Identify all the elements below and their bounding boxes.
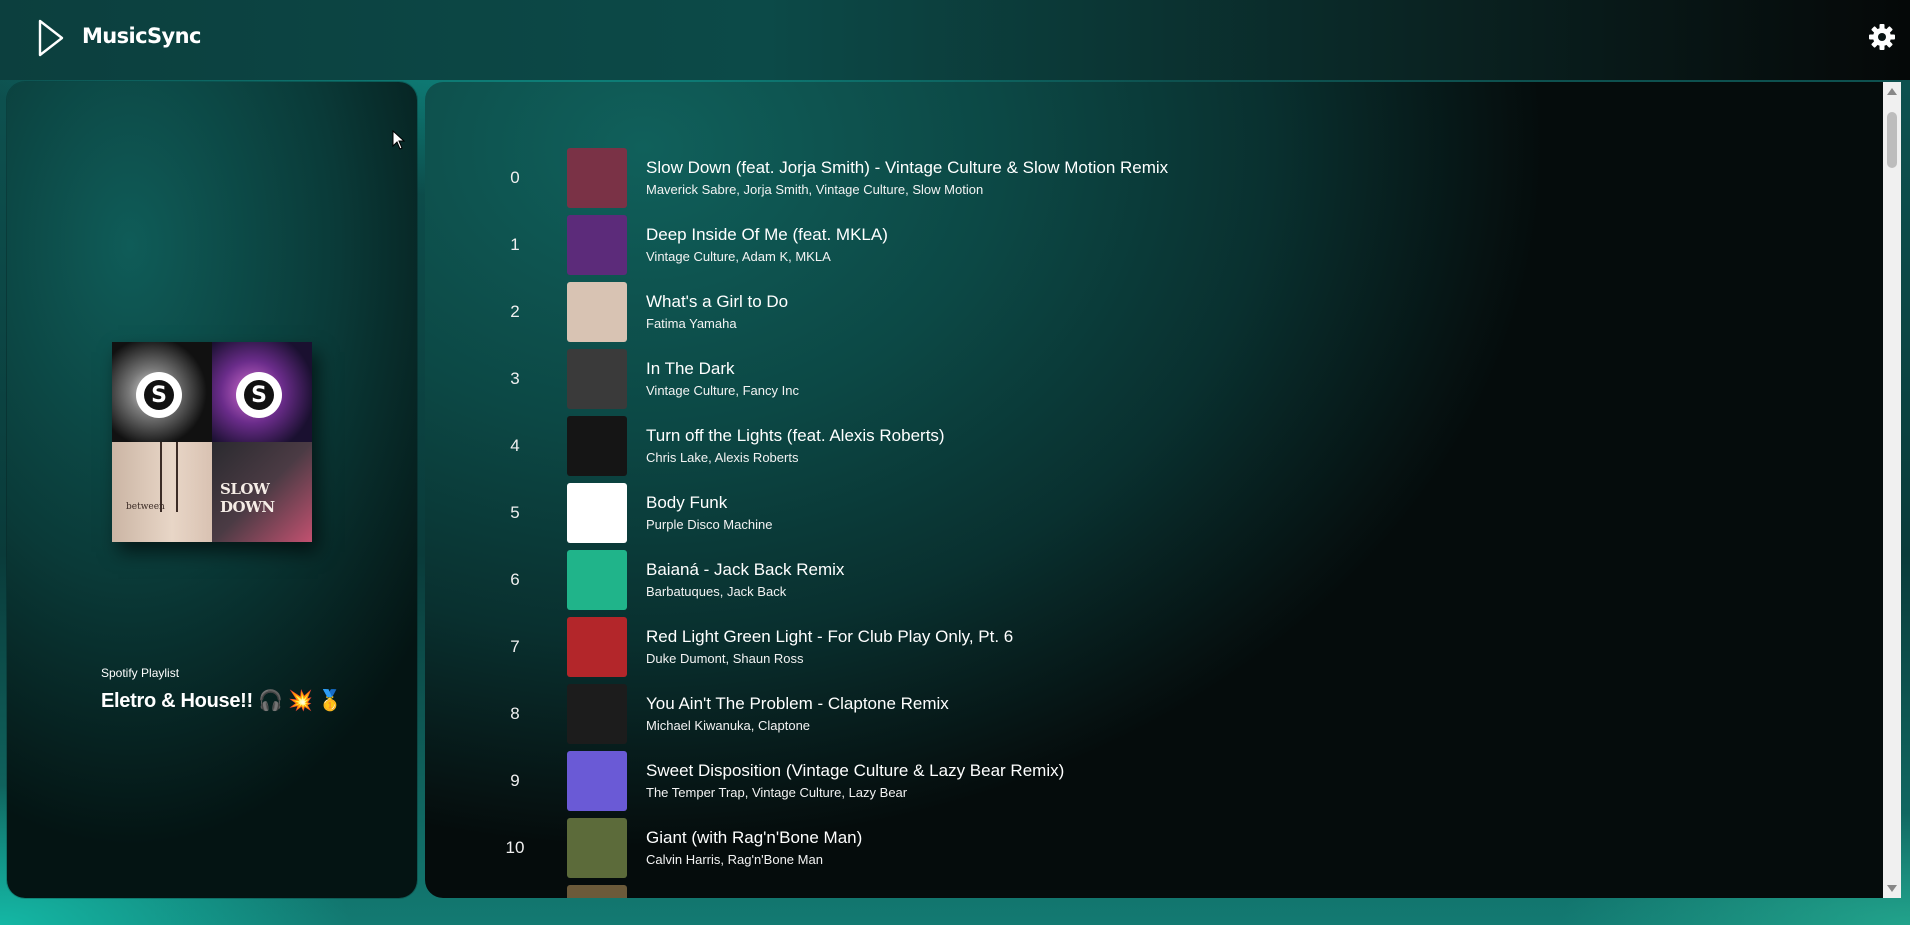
track-artwork bbox=[567, 148, 627, 208]
track-title: What's a Girl to Do bbox=[646, 292, 789, 311]
track-row[interactable]: 2 What's a Girl to Do Fatima Yamaha bbox=[425, 282, 1845, 344]
playlist-title: Eletro & House!! 🎧 💥 🥇 bbox=[101, 690, 343, 712]
track-artists: Vintage Culture, Adam K, MKLA bbox=[646, 249, 831, 264]
track-artwork bbox=[567, 349, 627, 409]
track-artists: Fatima Yamaha bbox=[646, 316, 737, 331]
spinnin-logo-icon: S bbox=[136, 372, 182, 418]
track-artwork bbox=[567, 818, 627, 878]
track-title: Giant (with Rag'n'Bone Man) bbox=[646, 828, 863, 847]
track-artists: Maverick Sabre, Jorja Smith, Vintage Cul… bbox=[646, 182, 984, 197]
track-artists: Chris Lake, Alexis Roberts bbox=[646, 450, 799, 465]
play-triangle-icon[interactable] bbox=[36, 18, 66, 58]
playlist-type-label: Spotify Playlist bbox=[101, 666, 180, 680]
track-title: Baianá - Jack Back Remix bbox=[646, 560, 845, 579]
track-row[interactable]: 8 You Ain't The Problem - Claptone Remix M… bbox=[425, 684, 1845, 746]
cover-tile-text: between bbox=[126, 502, 165, 512]
track-artwork bbox=[567, 483, 627, 543]
track-number: 9 bbox=[510, 771, 520, 790]
cover-tile: between bbox=[112, 442, 212, 542]
track-row[interactable]: 9 Sweet Disposition (Vintage Culture & La… bbox=[425, 751, 1845, 813]
track-row[interactable]: 5 Body Funk Purple Disco Machine bbox=[425, 483, 1845, 545]
track-artists: Barbatuques, Jack Back bbox=[646, 584, 787, 599]
track-title: Sweet Disposition (Vintage Culture & Laz… bbox=[646, 761, 1065, 780]
track-artists: Purple Disco Machine bbox=[646, 517, 773, 532]
track-list-panel: 0 Slow Down (feat. Jorja Smith) - Vintage… bbox=[425, 82, 1883, 898]
track-row[interactable]: 10 Giant (with Rag'n'Bone Man) Calvin Harr… bbox=[425, 818, 1845, 880]
mouse-pointer-icon bbox=[392, 129, 406, 150]
track-title: Slow Down (feat. Jorja Smith) - Vintage … bbox=[646, 158, 1169, 177]
track-artwork bbox=[567, 550, 627, 610]
playlist-cover: S S between SLOW DOWN bbox=[112, 342, 312, 542]
top-bar: MusicSync bbox=[0, 0, 1910, 80]
track-artwork bbox=[567, 885, 627, 898]
track-artists: The Temper Trap, Vintage Culture, Lazy B… bbox=[646, 785, 908, 800]
scrollbar[interactable] bbox=[1883, 82, 1901, 898]
track-title: Red Light Green Light - For Club Play On… bbox=[646, 627, 1014, 646]
track-number: 4 bbox=[510, 436, 520, 455]
track-number: 0 bbox=[510, 168, 520, 187]
track-artwork bbox=[567, 215, 627, 275]
track-artwork bbox=[567, 617, 627, 677]
playlist-panel: S S between SLOW DOWN Spotify Playlist E… bbox=[7, 82, 417, 898]
track-number: 3 bbox=[510, 369, 520, 388]
track-row[interactable]: 1 Deep Inside Of Me (feat. MKLA) Vintage C… bbox=[425, 215, 1845, 277]
app-title: MusicSync bbox=[82, 24, 201, 48]
scroll-up-icon[interactable] bbox=[1887, 88, 1897, 95]
track-number: 1 bbox=[510, 235, 520, 254]
cover-tile: S bbox=[212, 342, 312, 442]
track-artwork bbox=[567, 416, 627, 476]
cover-tile: S bbox=[112, 342, 212, 442]
spinnin-logo-icon: S bbox=[236, 372, 282, 418]
track-title: Deep Inside Of Me (feat. MKLA) bbox=[646, 225, 888, 244]
track-artists: Calvin Harris, Rag'n'Bone Man bbox=[646, 852, 823, 867]
track-row[interactable]: 6 Baianá - Jack Back Remix Barbatuques, Ja… bbox=[425, 550, 1845, 612]
track-number: 10 bbox=[505, 838, 525, 857]
track-title: Body Funk bbox=[646, 493, 728, 512]
track-row[interactable]: 3 In The Dark Vintage Culture, Fancy Inc bbox=[425, 349, 1845, 411]
track-title: You Ain't The Problem - Claptone Remix bbox=[646, 694, 949, 713]
track-artists: Vintage Culture, Fancy Inc bbox=[646, 383, 799, 398]
track-artists: Michael Kiwanuka, Claptone bbox=[646, 718, 811, 733]
track-number: 2 bbox=[510, 302, 520, 321]
track-artwork bbox=[567, 282, 627, 342]
track-title: Turn off the Lights (feat. Alexis Robert… bbox=[646, 426, 945, 445]
scroll-down-icon[interactable] bbox=[1887, 885, 1897, 892]
track-row[interactable] bbox=[425, 885, 1845, 898]
track-row[interactable]: 4 Turn off the Lights (feat. Alexis Rober… bbox=[425, 416, 1845, 478]
track-artwork bbox=[567, 684, 627, 744]
track-row[interactable]: 0 Slow Down (feat. Jorja Smith) - Vintage… bbox=[425, 148, 1845, 210]
cover-tile: SLOW DOWN bbox=[212, 442, 312, 542]
track-artwork bbox=[567, 751, 627, 811]
track-number: 8 bbox=[510, 704, 520, 723]
track-number: 7 bbox=[510, 637, 520, 656]
track-number: 6 bbox=[510, 570, 520, 589]
scroll-thumb[interactable] bbox=[1887, 112, 1897, 168]
track-row[interactable]: 7 Red Light Green Light - For Club Play O… bbox=[425, 617, 1845, 679]
gear-icon[interactable] bbox=[1868, 23, 1896, 51]
track-artists: Duke Dumont, Shaun Ross bbox=[646, 651, 804, 666]
track-title: In The Dark bbox=[646, 359, 735, 378]
cover-tile-text: SLOW DOWN bbox=[220, 480, 275, 516]
track-number: 5 bbox=[510, 503, 520, 522]
